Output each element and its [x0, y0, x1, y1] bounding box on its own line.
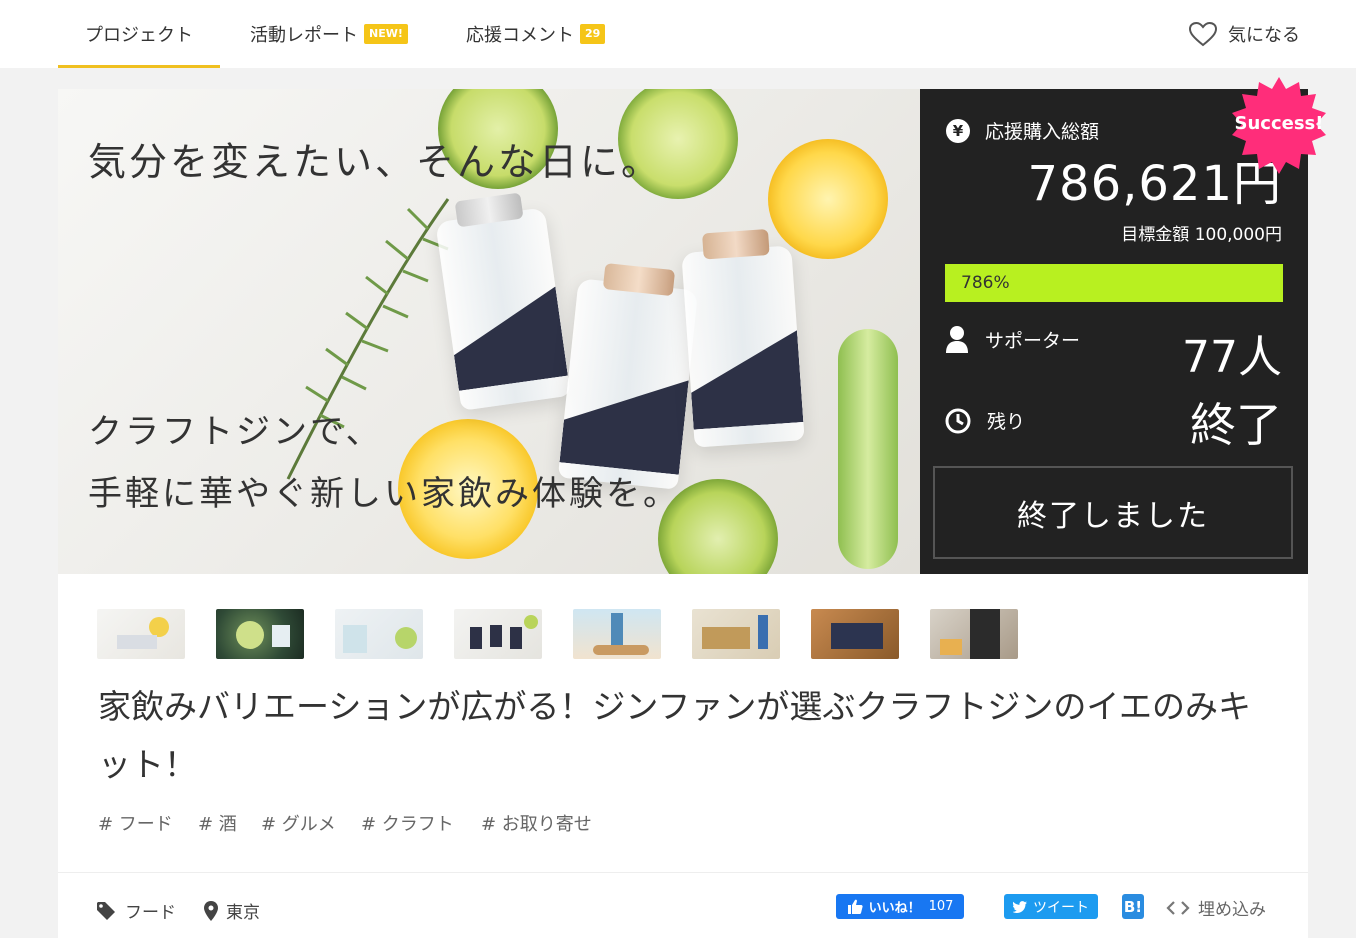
- success-text: Success!: [1234, 113, 1324, 134]
- gin-bottle: [681, 228, 805, 448]
- thumbnail-1[interactable]: [97, 609, 185, 659]
- remaining-value: 終了: [1190, 398, 1282, 452]
- tweet-label: ツイート: [1033, 899, 1089, 916]
- thumbnail-6[interactable]: [692, 609, 780, 659]
- lemon-slice: [768, 139, 888, 259]
- tab-comments[interactable]: 応援コメント 29: [466, 0, 606, 68]
- thumbnail-8[interactable]: [930, 609, 1018, 659]
- tag-otoriyose[interactable]: # お取り寄せ: [481, 810, 592, 836]
- svg-text:¥: ¥: [953, 122, 964, 140]
- goal-amount: 目標金額 100,000円: [1121, 225, 1282, 245]
- location-label: 東京: [226, 903, 260, 923]
- progress-percent: 786%: [961, 273, 1010, 293]
- category-label: フード: [125, 903, 176, 923]
- remaining-label: 残り: [987, 411, 1026, 433]
- cucumber: [838, 329, 898, 569]
- hero-copy-line2: 手軽に華やぐ新しい家飲み体験を。: [88, 474, 680, 514]
- twitter-bird-icon: [1013, 900, 1027, 913]
- new-badge: NEW!: [364, 24, 408, 44]
- location-pin-icon: [204, 900, 218, 921]
- tab-comments-label: 応援コメント: [466, 25, 574, 46]
- tag-craft[interactable]: # クラフト: [361, 810, 454, 836]
- hatena-bookmark-button[interactable]: B!: [1122, 894, 1144, 919]
- tab-project[interactable]: プロジェクト: [58, 0, 220, 68]
- embed-label: 埋め込み: [1198, 900, 1266, 920]
- tab-activity-report[interactable]: 活動レポート NEW!: [250, 0, 408, 68]
- location-link[interactable]: 東京: [204, 898, 260, 923]
- favorite-button[interactable]: 気になる: [1188, 0, 1300, 68]
- thumbnail-7[interactable]: [811, 609, 899, 659]
- hero-copy-line1: クラフトジンで、: [88, 412, 383, 452]
- thumbnail-2[interactable]: [216, 609, 304, 659]
- tag-sake[interactable]: # 酒: [198, 810, 237, 836]
- project-title: 家飲みバリエーションが広がる！ジンファンが選ぶクラフトジンのイエのみキット！: [98, 687, 1252, 784]
- person-icon: [946, 326, 968, 353]
- remaining-heading: 残り: [945, 407, 1025, 434]
- thumbs-up-icon: [847, 899, 863, 914]
- like-count: 107: [928, 899, 954, 914]
- tag-icon: [97, 901, 115, 920]
- thumbnail-5[interactable]: [573, 609, 661, 659]
- supporters-label: サポーター: [985, 329, 1081, 352]
- funding-progress-bar: 786%: [945, 264, 1283, 302]
- favorite-label: 気になる: [1228, 25, 1300, 46]
- yen-icon: ¥: [946, 118, 970, 143]
- code-brackets-icon: [1166, 900, 1190, 915]
- supporters-heading: サポーター: [945, 325, 1080, 353]
- thumbnail-4[interactable]: [454, 609, 542, 659]
- hatena-label: B!: [1123, 897, 1143, 916]
- total-amount-label: 応援購入総額: [985, 121, 1100, 143]
- tag-food[interactable]: # フード: [98, 810, 173, 836]
- hero-headline: 気分を変えたい、そんな日に。: [88, 140, 663, 184]
- hero-image: 気分を変えたい、そんな日に。 クラフトジンで、 手軽に華やぐ新しい家飲み体験を。: [58, 89, 920, 574]
- comment-count-badge: 29: [580, 24, 606, 44]
- tab-project-label: プロジェクト: [85, 25, 193, 46]
- heart-icon: [1188, 21, 1218, 47]
- thumbnail-3[interactable]: [335, 609, 423, 659]
- success-badge: Success!: [1228, 75, 1330, 177]
- gin-bottle: [557, 262, 699, 490]
- tab-activity-report-label: 活動レポート: [250, 25, 358, 46]
- supporters-count: 77人: [1182, 332, 1282, 383]
- embed-button[interactable]: 埋め込み: [1166, 895, 1266, 920]
- project-ended-label: 終了しました: [1017, 498, 1209, 534]
- top-navigation: プロジェクト 活動レポート NEW! 応援コメント 29 気になる: [0, 0, 1356, 68]
- tag-gourmet[interactable]: # グルメ: [261, 810, 336, 836]
- project-ended-button[interactable]: 終了しました: [933, 466, 1293, 559]
- like-label: いいね！: [868, 901, 921, 916]
- facebook-like-button[interactable]: いいね！ 107: [836, 894, 964, 919]
- total-amount-heading: ¥ 応援購入総額: [945, 117, 1099, 144]
- clock-icon: [945, 408, 971, 433]
- tweet-button[interactable]: ツイート: [1004, 894, 1098, 919]
- category-link[interactable]: フード: [96, 898, 176, 923]
